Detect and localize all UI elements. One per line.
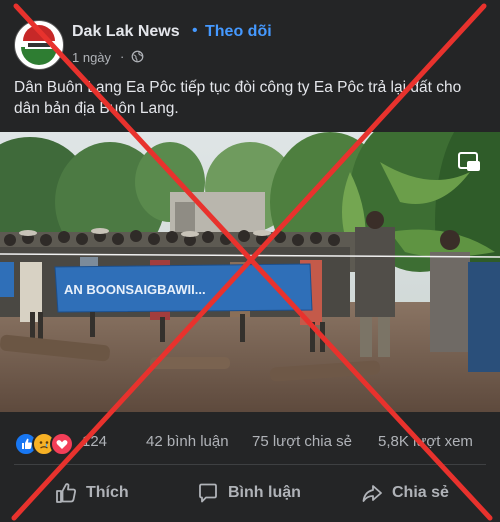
post-video[interactable]: AN BOONSAIGBAWII... [0, 132, 500, 412]
page-avatar[interactable] [14, 20, 64, 70]
follow-separator: • [192, 22, 198, 39]
comment-count[interactable]: 42 bình luận [146, 433, 229, 450]
share-label: Chia sẻ [392, 484, 449, 501]
view-count: 5,8K lượt xem [378, 433, 473, 450]
share-button[interactable]: Chia sẻ [360, 478, 449, 508]
post-timestamp[interactable]: 1 ngày [72, 50, 111, 65]
like-icon [56, 483, 76, 503]
page-name[interactable]: Dak Lak News [72, 23, 180, 41]
picture-in-picture-icon[interactable] [456, 150, 482, 176]
globe-icon [131, 50, 144, 63]
comment-label: Bình luận [228, 484, 301, 501]
time-separator: · [120, 49, 125, 64]
action-divider [14, 464, 486, 465]
share-count[interactable]: 75 lượt chia sẻ [252, 433, 352, 450]
comment-icon [199, 483, 217, 503]
post-header: Dak Lak News • Theo dõi 1 ngày · [0, 0, 500, 70]
love-reaction-icon [50, 432, 74, 456]
post-text: Dân Buôn Lang Ea Pôc tiếp tục đòi công t… [14, 79, 462, 117]
banner-text: AN BOONSAIGBAWII... [64, 282, 206, 297]
share-icon [362, 485, 382, 502]
follow-button[interactable]: Theo dõi [205, 23, 272, 41]
comment-button[interactable]: Bình luận [196, 478, 301, 508]
like-label: Thích [86, 484, 129, 501]
reaction-count[interactable]: 124 [82, 433, 107, 450]
like-button[interactable]: Thích [54, 478, 129, 508]
video-frame: AN BOONSAIGBAWII... [0, 132, 500, 412]
